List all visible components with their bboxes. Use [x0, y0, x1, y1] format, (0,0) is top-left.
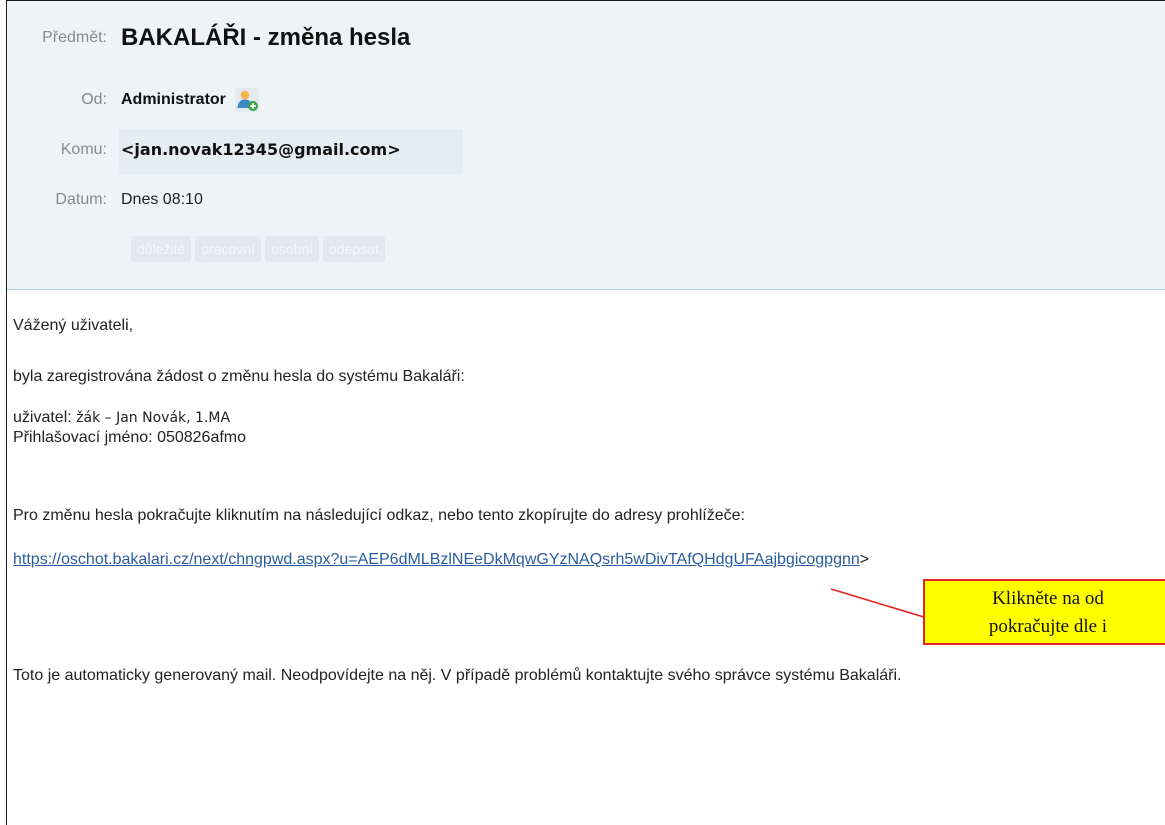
callout-note: Klikněte na od pokračujte dle i: [923, 579, 1165, 645]
reset-link-line: https://oschot.bakalari.cz/next/chngpwd.…: [13, 551, 869, 569]
footer-text: Toto je automaticky generovaný mail. Neo…: [13, 667, 902, 684]
from-label: Od:: [81, 91, 107, 108]
subject-text: BAKALÁŘI - změna hesla: [121, 24, 411, 51]
from-row: Od: Administrator: [7, 87, 260, 113]
greeting: Vážený uživateli,: [13, 317, 134, 334]
user-line: uživatel: žák – Jan Novák, 1.MA: [13, 409, 230, 427]
tag-replied[interactable]: odepsat: [323, 236, 385, 262]
add-contact-icon[interactable]: [234, 87, 260, 113]
user-label: uživatel:: [13, 409, 72, 426]
callout-line-2: pokračujte dle i: [988, 616, 1108, 637]
email-viewer: Předmět: BAKALÁŘI - změna hesla Od: Admi…: [6, 0, 1165, 825]
link-suffix: >: [859, 551, 870, 568]
tag-important[interactable]: důležité: [131, 236, 192, 262]
tag-work[interactable]: pracovní: [195, 236, 261, 262]
callout-line-1: Klikněte na od: [992, 588, 1104, 609]
login-line: Přihlašovací jméno: 050826afmo: [13, 429, 247, 446]
date-row: Datum: Dnes 08:10: [7, 191, 203, 209]
email-header: Předmět: BAKALÁŘI - změna hesla Od: Admi…: [7, 1, 1165, 290]
sender-name[interactable]: Administrator: [121, 91, 226, 109]
instruction-text: Pro změnu hesla pokračujte kliknutím na …: [13, 507, 745, 524]
tag-list: důležité pracovní osobní odepsat: [131, 236, 385, 262]
intro-text: byla zaregistrována žádost o změnu hesla…: [13, 368, 465, 385]
date-label: Datum:: [55, 191, 107, 208]
recipient-address[interactable]: <jan.novak12345@gmail.com>: [121, 140, 401, 159]
to-label: Komu:: [60, 140, 107, 158]
subject-row: Předmět: BAKALÁŘI - změna hesla: [7, 24, 410, 52]
tag-personal[interactable]: osobní: [264, 236, 320, 262]
to-row: Komu: <jan.novak12345@gmail.com>: [7, 140, 401, 159]
subject-label: Předmět:: [42, 29, 107, 46]
password-reset-link[interactable]: https://oschot.bakalari.cz/next/chngpwd.…: [13, 551, 860, 568]
user-value: žák – Jan Novák, 1.MA: [76, 410, 231, 426]
date-value: Dnes 08:10: [121, 191, 203, 208]
